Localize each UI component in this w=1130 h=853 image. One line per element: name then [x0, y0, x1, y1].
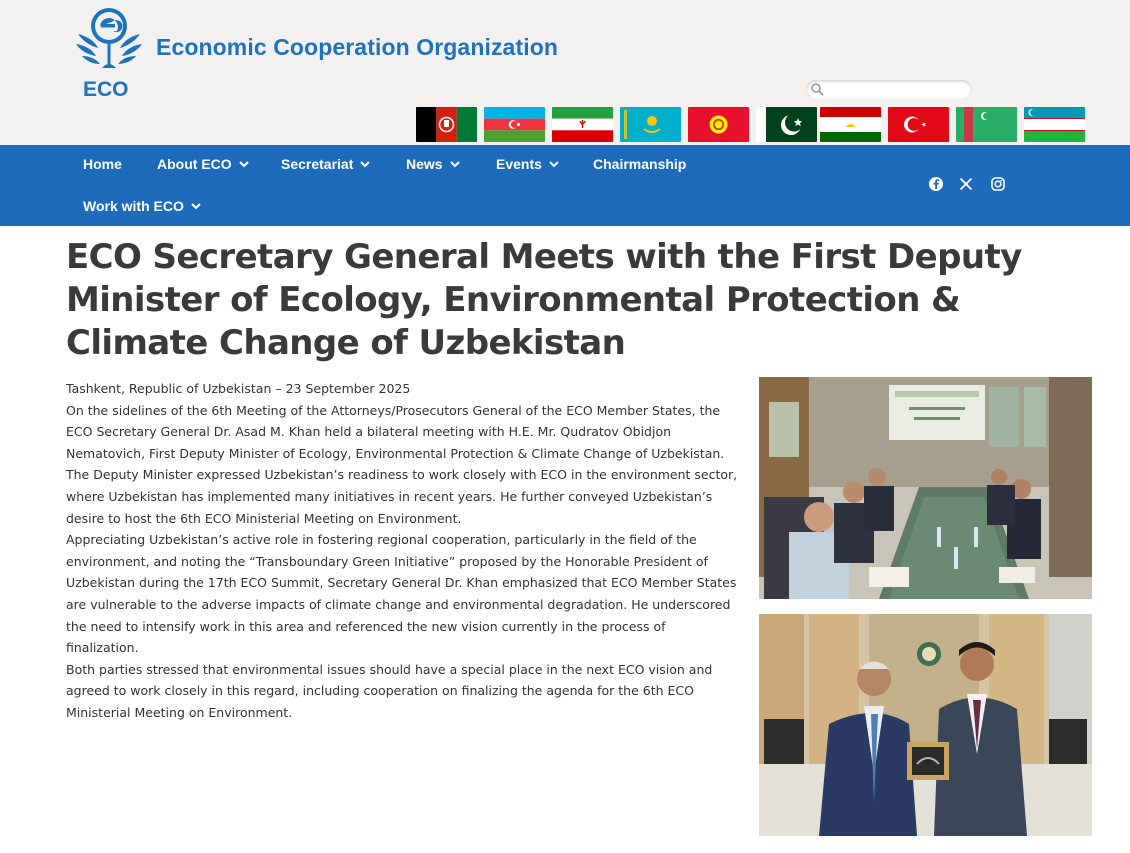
instagram-icon[interactable]: [990, 176, 1006, 192]
nav-item-news[interactable]: News: [406, 156, 460, 172]
article-paragraph: The Deputy Minister expressed Uzbekistan…: [66, 467, 738, 526]
article-dateline: Tashkent, Republic of Uzbekistan – 23 Se…: [66, 381, 411, 396]
nav-item-secretariat[interactable]: Secretariat: [281, 156, 371, 172]
nav-item-work-with-eco[interactable]: Work with ECO: [83, 198, 201, 214]
flag-tajikistan[interactable]: [820, 107, 881, 142]
nav-item-label: Work with ECO: [83, 198, 184, 214]
chevron-down-icon: [549, 161, 559, 168]
search-icon[interactable]: [810, 82, 824, 96]
flag-turkiye[interactable]: [888, 107, 949, 142]
site-header: ECO Economic Cooperation Organization: [0, 0, 1130, 145]
facebook-icon[interactable]: [928, 176, 944, 192]
eco-logo-icon: ECO: [76, 8, 142, 101]
search-input[interactable]: [826, 81, 966, 97]
article-title: ECO Secretary General Meets with the Fir…: [66, 237, 1022, 363]
flag-azerbaijan[interactable]: [484, 107, 545, 142]
flag-uzbekistan[interactable]: [1024, 107, 1085, 142]
chevron-down-icon: [449, 161, 460, 168]
nav-item-label: Secretariat: [281, 156, 354, 172]
article-paragraph: Appreciating Uzbekistan’s active role in…: [66, 532, 737, 656]
chevron-down-icon: [360, 161, 371, 168]
x-icon[interactable]: [958, 176, 974, 192]
article-paragraph: On the sidelines of the 6th Meeting of t…: [66, 402, 725, 461]
article-paragraph: Both parties stressed that environmental…: [66, 661, 713, 720]
chevron-down-icon: [191, 203, 201, 210]
flag-kazakhstan[interactable]: [620, 107, 681, 142]
nav-item-about-eco[interactable]: About ECO: [157, 156, 249, 172]
search-box[interactable]: [806, 80, 972, 99]
org-name[interactable]: Economic Cooperation Organization: [156, 34, 558, 61]
flag-afghanistan[interactable]: [416, 107, 477, 142]
nav-item-chairmanship[interactable]: Chairmanship: [593, 156, 686, 172]
nav-item-events[interactable]: Events: [496, 156, 559, 172]
meeting-photo-image: [759, 377, 1092, 599]
flag-iran[interactable]: [552, 107, 613, 142]
nav-item-label: About ECO: [157, 156, 232, 172]
nav-item-label: Home: [83, 156, 122, 172]
article-body: Tashkent, Republic of Uzbekistan – 23 Se…: [66, 378, 738, 724]
flag-turkmenistan[interactable]: [956, 107, 1017, 142]
eco-logo[interactable]: ECO: [74, 4, 150, 101]
flag-kyrgyzstan[interactable]: [688, 107, 749, 142]
handshake-photo[interactable]: [759, 614, 1092, 836]
nav-item-label: Chairmanship: [593, 156, 687, 172]
nav-item-label: Events: [496, 156, 542, 172]
logo-text: ECO: [83, 78, 129, 100]
meeting-photo[interactable]: [759, 377, 1092, 599]
nav-item-home[interactable]: Home: [83, 156, 122, 172]
nav-item-label: News: [406, 156, 443, 172]
chevron-down-icon: [238, 161, 249, 168]
handshake-photo-image: [759, 614, 1092, 836]
flag-pakistan[interactable]: [756, 107, 817, 142]
